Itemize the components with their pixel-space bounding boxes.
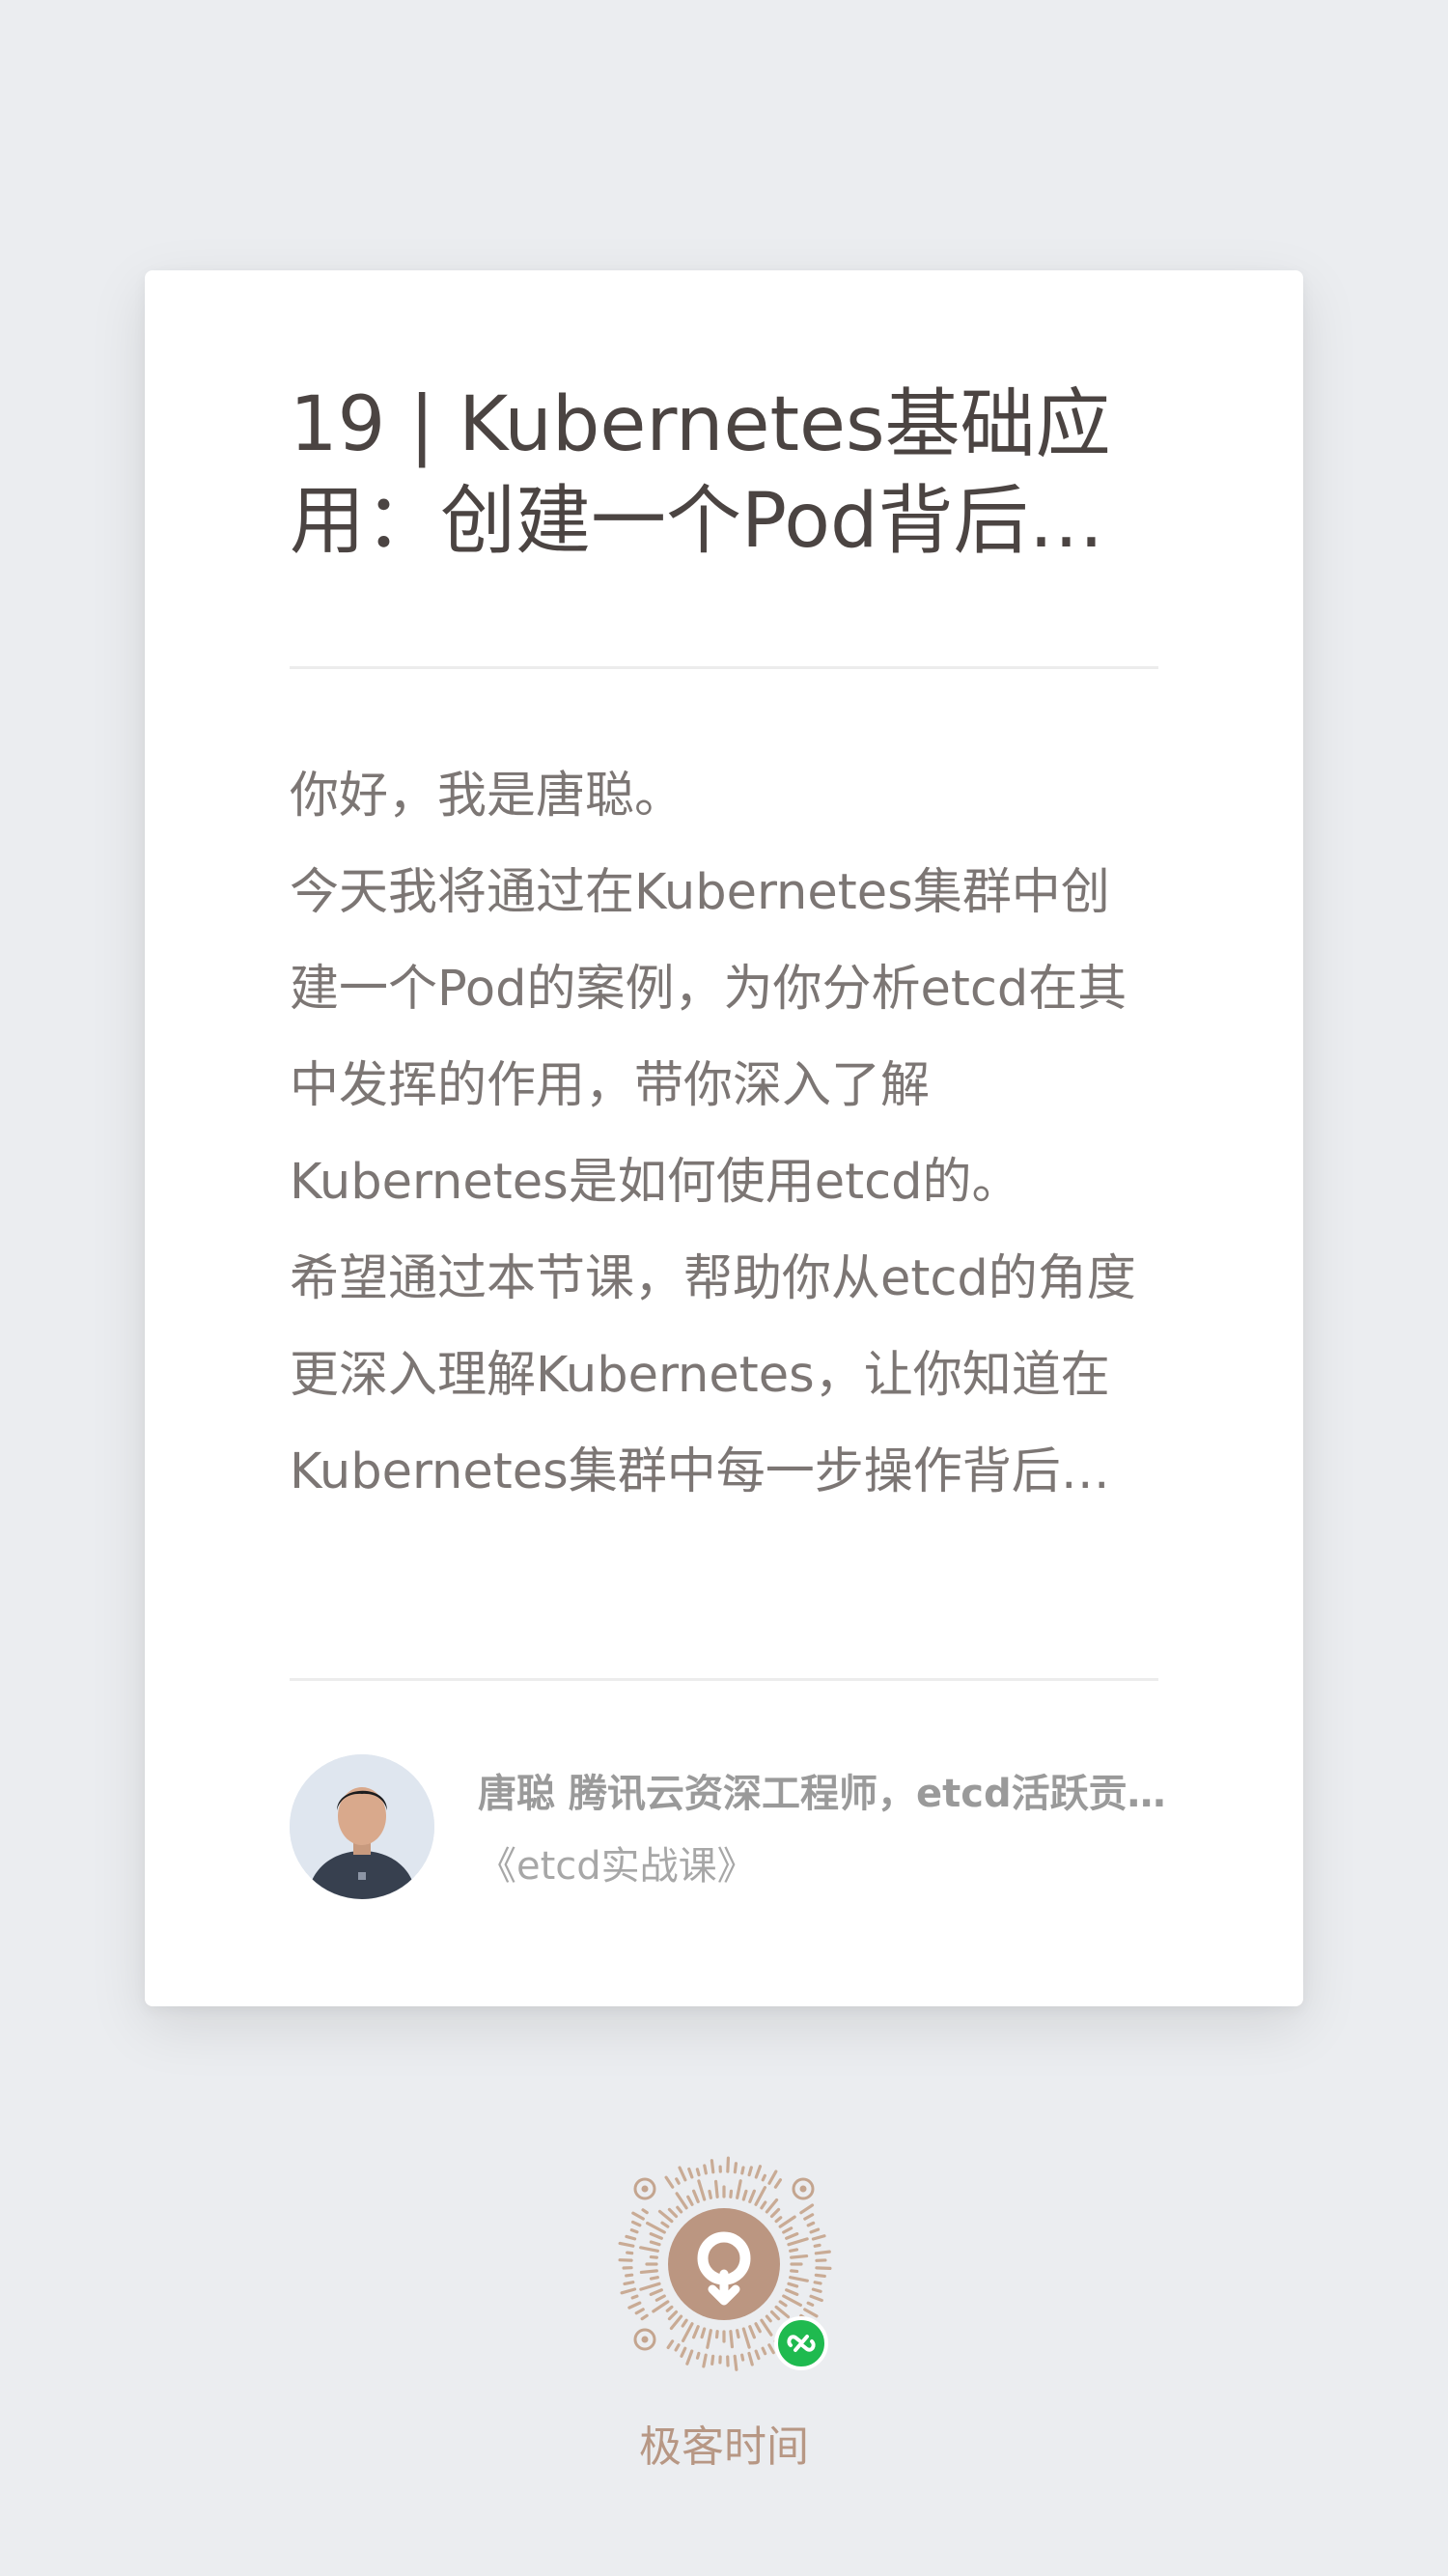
brand-name: 极客时间: [639, 2422, 809, 2472]
author-name: 唐聪: [478, 1772, 555, 1816]
author-line: 唐聪 腾讯云资深工程师，etcd活跃贡献者: [478, 1767, 1173, 1821]
share-poster: 19 | Kubernetes基础应用：创建一个Pod背后etcd发生了什么？ …: [0, 0, 1448, 2576]
course-name: 《etcd实战课》: [478, 1844, 756, 1889]
title-divider: [290, 666, 1158, 669]
author-avatar: [290, 1754, 434, 1899]
mini-program-code-icon[interactable]: [599, 2139, 849, 2390]
wechat-link-icon: [774, 2316, 828, 2370]
author-divider: [290, 1678, 1158, 1681]
article-title: 19 | Kubernetes基础应用：创建一个Pod背后etcd发生了什么？: [290, 381, 1111, 565]
article-card: 19 | Kubernetes基础应用：创建一个Pod背后etcd发生了什么？ …: [145, 270, 1303, 2006]
article-summary: 你好，我是唐聪。 今天我将通过在Kubernetes集群中创建一个Pod的案例，…: [290, 768, 1136, 1500]
author-bio: 腾讯云资深工程师，etcd活跃贡献者: [569, 1772, 1173, 1816]
